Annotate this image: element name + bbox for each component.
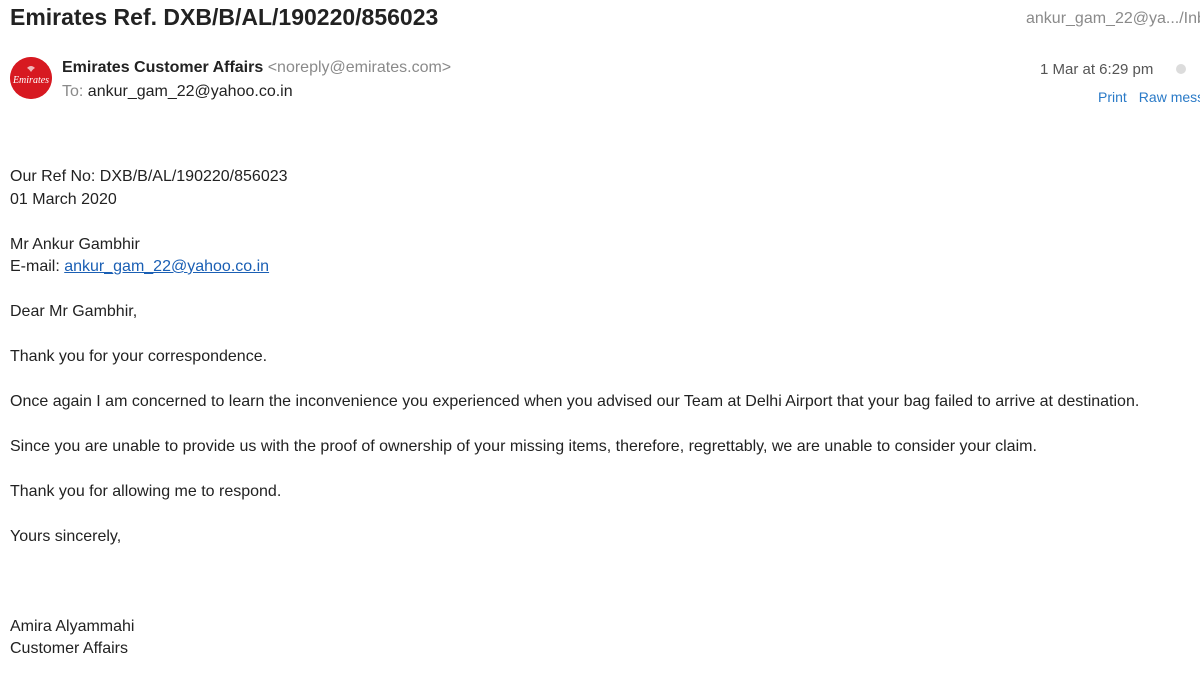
email-subject: Emirates Ref. DXB/B/AL/190220/856023 <box>10 4 439 30</box>
email-viewer: Emirates Ref. DXB/B/AL/190220/856023 ank… <box>0 0 1200 687</box>
to-address[interactable]: ankur_gam_22@yahoo.co.in <box>88 83 293 100</box>
emirates-logo-icon: Emirates <box>10 57 52 99</box>
to-label: To: <box>62 83 84 100</box>
salutation: Dear Mr Gambhir, <box>10 303 138 320</box>
ref-line: Our Ref No: DXB/B/AL/190220/856023 <box>10 168 288 185</box>
paragraph-3: Since you are unable to provide us with … <box>10 438 1037 455</box>
sender-name[interactable]: Emirates Customer Affairs <box>62 59 263 76</box>
raw-message-button[interactable]: Raw message <box>1139 89 1200 105</box>
paragraph-1: Thank you for your correspondence. <box>10 348 268 365</box>
recipient-line: To: ankur_gam_22@yahoo.co.in <box>62 83 293 101</box>
paragraph-4: Thank you for allowing me to respond. <box>10 483 282 500</box>
print-button[interactable]: Print <box>1098 89 1127 105</box>
sender-email: <noreply@emirates.com> <box>267 59 452 76</box>
signature-title: Customer Affairs <box>10 640 128 657</box>
email-label: E-mail: <box>10 258 65 275</box>
folder-path[interactable]: ankur_gam_22@ya.../Inbox <box>1026 10 1200 28</box>
closing: Yours sincerely, <box>10 528 122 545</box>
sender-avatar: Emirates <box>10 57 52 99</box>
signature-name: Amira Alyammahi <box>10 617 135 635</box>
flag-dot-icon[interactable] <box>1176 64 1186 74</box>
recipient-name: Mr Ankur Gambhir <box>10 235 140 253</box>
email-body: Our Ref No: DXB/B/AL/190220/856023 01 Ma… <box>10 166 1200 661</box>
email-date: 1 Mar at 6:29 pm <box>1040 61 1154 78</box>
email-line: E-mail: ankur_gam_22@yahoo.co.in <box>10 256 1200 279</box>
email-link[interactable]: ankur_gam_22@yahoo.co.in <box>64 258 269 275</box>
sender-line: Emirates Customer Affairs <noreply@emira… <box>62 59 451 77</box>
letter-date: 01 March 2020 <box>10 190 117 208</box>
paragraph-2: Once again I am concerned to learn the i… <box>10 393 1140 410</box>
avatar-brand-text: Emirates <box>12 75 49 86</box>
message-actions: Print Raw message <box>1098 89 1200 105</box>
